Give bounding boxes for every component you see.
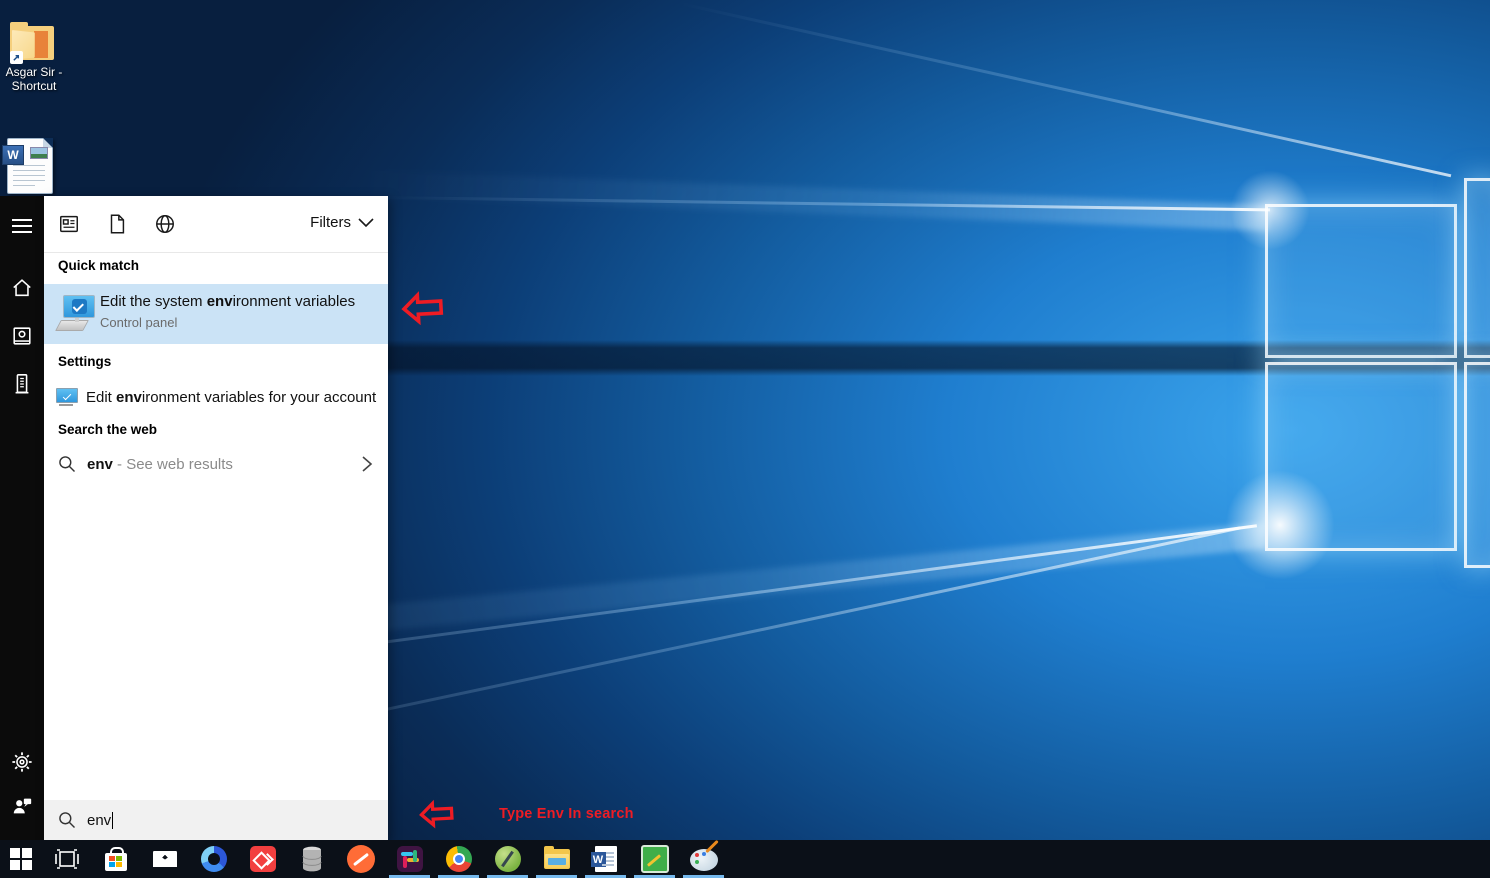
web-filter-icon[interactable] bbox=[154, 213, 176, 235]
word-document-icon: W bbox=[7, 138, 53, 194]
settings-monitor-icon bbox=[56, 388, 76, 406]
paint-icon[interactable] bbox=[679, 840, 728, 878]
search-flyout-rail bbox=[0, 196, 44, 840]
windows-desktop-screen: Asgar Sir - Shortcut W bbox=[0, 0, 1490, 878]
windows-logo-icon bbox=[10, 848, 32, 870]
android-studio-icon[interactable] bbox=[483, 840, 532, 878]
word-icon[interactable]: W bbox=[581, 840, 630, 878]
window-pane-top-left bbox=[1265, 204, 1457, 358]
home-icon[interactable] bbox=[0, 266, 44, 310]
search-input[interactable]: env bbox=[44, 800, 388, 840]
palette-brush-icon bbox=[690, 849, 718, 871]
start-button[interactable] bbox=[0, 840, 42, 878]
database-app-icon[interactable] bbox=[287, 840, 336, 878]
folder-icon bbox=[544, 849, 570, 869]
light-beam bbox=[380, 196, 1270, 211]
chrome-icon[interactable] bbox=[434, 840, 483, 878]
mail-icon[interactable] bbox=[140, 840, 189, 878]
notebook-icon[interactable] bbox=[0, 314, 44, 358]
result-web-search[interactable]: env - See web results bbox=[44, 446, 388, 482]
result-edit-system-environment-variables[interactable]: Edit the system environment variables Co… bbox=[44, 284, 388, 344]
text-caret bbox=[112, 812, 113, 829]
filters-dropdown[interactable]: Filters bbox=[310, 214, 374, 231]
android-studio-compass-icon bbox=[495, 846, 521, 872]
search-flyout-panel: Filters Quick match Edit the system envi… bbox=[44, 196, 388, 840]
result-edit-env-variables-account[interactable]: Edit environment variables for your acco… bbox=[44, 380, 388, 414]
desktop-icon-label: Shortcut bbox=[12, 79, 57, 93]
search-web-heading: Search the web bbox=[58, 422, 157, 437]
slack-icon[interactable] bbox=[385, 840, 434, 878]
shortcut-arrow-icon bbox=[10, 51, 23, 64]
window-pane-bottom-right bbox=[1464, 362, 1490, 568]
envelope-icon bbox=[153, 851, 177, 867]
chrome-logo-icon bbox=[446, 846, 472, 872]
chevron-down-icon bbox=[358, 218, 374, 228]
web-result-text: env - See web results bbox=[87, 456, 233, 473]
annotation-arrow-search-box bbox=[419, 799, 455, 834]
annotation-arrow-quick-match bbox=[401, 291, 445, 330]
taskbar: W bbox=[0, 840, 1490, 878]
postman-rocket-icon bbox=[347, 845, 375, 873]
light-beam bbox=[680, 2, 1452, 177]
postman-icon[interactable] bbox=[336, 840, 385, 878]
red-diamond-app-icon[interactable] bbox=[238, 840, 287, 878]
database-cylinder-icon bbox=[301, 846, 323, 872]
blue-shutter-app-icon[interactable] bbox=[189, 840, 238, 878]
settings-gear-icon[interactable] bbox=[0, 740, 44, 784]
documents-filter-icon[interactable] bbox=[106, 213, 128, 235]
desktop-icon-label: Asgar Sir - bbox=[6, 65, 63, 79]
light-beam bbox=[360, 170, 1270, 231]
devices-icon[interactable] bbox=[0, 362, 44, 406]
word-document-icon: W bbox=[595, 846, 617, 872]
quick-match-heading: Quick match bbox=[58, 258, 139, 273]
folder-icon bbox=[10, 22, 58, 62]
system-properties-computer-icon bbox=[56, 293, 98, 335]
desktop-icon-word-document[interactable]: W bbox=[0, 138, 68, 194]
search-icon bbox=[57, 810, 77, 830]
hamburger-menu-icon[interactable] bbox=[0, 204, 44, 248]
settings-heading: Settings bbox=[58, 354, 111, 369]
task-view-button[interactable] bbox=[42, 840, 91, 878]
chevron-right-icon bbox=[360, 455, 374, 473]
feedback-icon[interactable] bbox=[0, 784, 44, 828]
microsoft-store-icon[interactable] bbox=[91, 840, 140, 878]
result-subtitle: Control panel bbox=[100, 315, 177, 330]
diamond-icon bbox=[250, 846, 276, 872]
desktop-icon-folder-shortcut[interactable]: Asgar Sir - Shortcut bbox=[0, 22, 72, 93]
window-pane-top-right bbox=[1464, 178, 1490, 358]
green-notepad-icon[interactable] bbox=[630, 840, 679, 878]
task-view-icon bbox=[54, 848, 80, 870]
search-icon bbox=[57, 454, 77, 474]
window-pane-bottom-left bbox=[1265, 362, 1457, 551]
shutter-icon bbox=[201, 846, 227, 872]
store-bag-icon bbox=[105, 853, 127, 871]
file-explorer-icon[interactable] bbox=[532, 840, 581, 878]
search-input-value: env bbox=[87, 812, 111, 829]
apps-filter-icon[interactable] bbox=[58, 213, 80, 235]
annotation-note: Type Env In search bbox=[499, 806, 634, 822]
notepad-pencil-icon bbox=[641, 845, 669, 873]
result-title: Edit the system environment variables bbox=[100, 293, 355, 310]
slack-hash-icon bbox=[397, 846, 423, 872]
filters-label: Filters bbox=[310, 214, 351, 231]
flyout-header: Filters bbox=[44, 196, 388, 253]
result-title: Edit environment variables for your acco… bbox=[86, 389, 376, 406]
